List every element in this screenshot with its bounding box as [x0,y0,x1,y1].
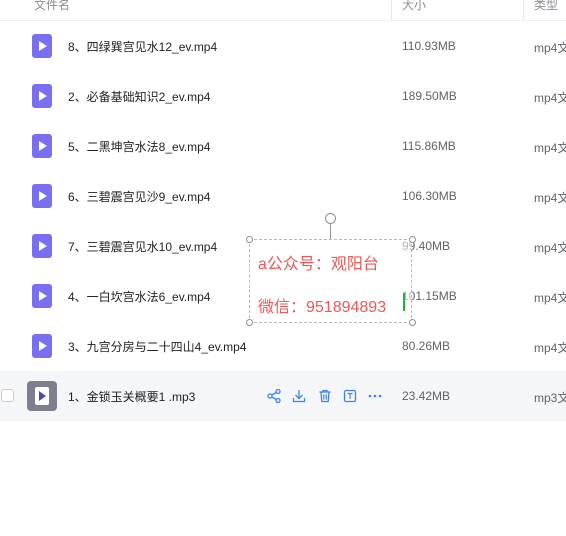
rotation-handle-stem [330,224,331,239]
file-row[interactable]: 5、二黑坤宫水法8_ev.mp4 115.86MB mp4文件 [0,121,566,171]
file-size: 80.26MB [402,339,451,353]
download-icon[interactable] [291,388,307,404]
file-type: mp4文件 [534,91,566,105]
watermark-line-wechat: 微信：951894893 [258,299,387,316]
file-name[interactable]: 7、三碧震宫见水10_ev.mp4 [68,238,217,255]
file-name[interactable]: 4、一白坎宫水法6_ev.mp4 [68,288,210,305]
file-row[interactable]: 6、三碧震宫见沙9_ev.mp4 106.30MB mp4文件 [0,171,566,221]
file-name[interactable]: 6、三碧震宫见沙9_ev.mp4 [68,188,210,205]
file-size: 115.86MB [402,139,456,153]
file-name[interactable]: 8、四绿巽宫见水12_ev.mp4 [68,38,217,55]
watermark-line-account: a公众号：观阳台 [258,256,379,273]
video-file-icon [32,34,52,58]
file-row[interactable]: 3、九宫分房与二十四山4_ev.mp4 80.26MB mp4文件 [0,321,566,371]
open-icon[interactable] [342,388,358,404]
file-type: mp4文件 [534,41,566,55]
file-type: mp3文件 [534,391,566,405]
column-header-name[interactable]: 文件名 [34,0,70,13]
resize-handle[interactable] [246,319,253,326]
video-file-icon [32,334,52,358]
text-caret [403,293,405,311]
row-checkbox[interactable] [1,389,14,402]
resize-handle[interactable] [246,236,253,243]
video-file-icon [32,184,52,208]
file-size: 189.50MB [402,89,457,103]
file-list-header: 文件名 大小 类型 [0,0,566,21]
resize-handle[interactable] [409,319,416,326]
file-name[interactable]: 2、必备基础知识2_ev.mp4 [68,88,210,105]
column-header-size[interactable]: 大小 [402,0,426,13]
file-name[interactable]: 1、金锁玉关概要1 .mp3 [68,388,195,405]
file-row[interactable]: 2、必备基础知识2_ev.mp4 189.50MB mp4文件 [0,71,566,121]
file-row-hovered[interactable]: 1、金锁玉关概要1 .mp3 23.42MB mp3文 [0,371,566,421]
column-divider[interactable] [523,0,524,20]
video-file-icon [32,234,52,258]
file-type: mp4文件 [534,191,566,205]
file-name[interactable]: 5、二黑坤宫水法8_ev.mp4 [68,138,210,155]
video-file-icon [32,84,52,108]
file-type: mp4文件 [534,341,566,355]
file-size: 110.93MB [402,39,456,53]
file-row[interactable]: 8、四绿巽宫见水12_ev.mp4 110.93MB mp4文件 [0,21,566,71]
more-icon[interactable] [367,388,383,404]
delete-icon[interactable] [317,388,333,404]
video-file-icon [32,134,52,158]
video-file-icon [32,284,52,308]
file-type: mp4文件 [534,241,566,255]
audio-file-icon [27,381,57,411]
column-divider[interactable] [391,0,392,20]
share-icon[interactable] [266,388,282,404]
column-header-type[interactable]: 类型 [534,0,558,13]
file-size: 23.42MB [402,389,451,403]
file-type: mp4文件 [534,291,566,305]
rotation-handle[interactable] [325,213,336,224]
file-size: 106.30MB [402,189,457,203]
file-type: mp4文件 [534,141,566,155]
file-name[interactable]: 3、九宫分房与二十四山4_ev.mp4 [68,338,246,355]
resize-handle[interactable] [409,236,416,243]
